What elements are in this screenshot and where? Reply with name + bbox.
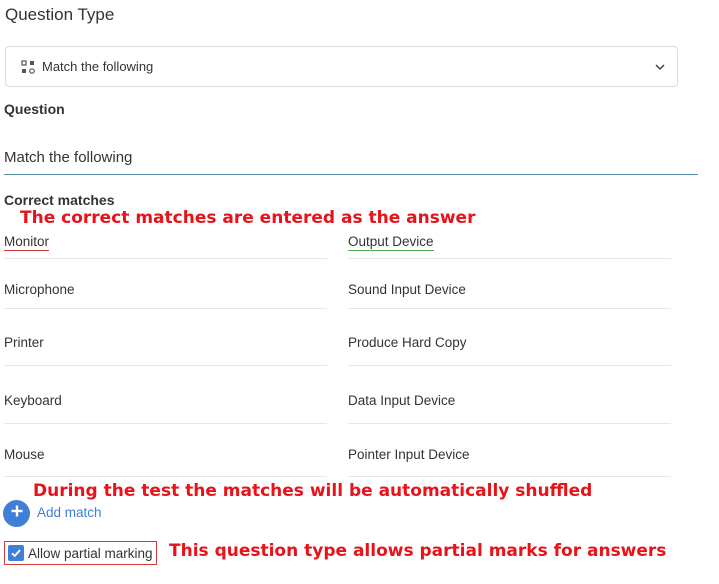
annotation-shuffle-note: During the test the matches will be auto… [33, 481, 593, 501]
question-type-selected: Match the following [42, 59, 154, 74]
match-right-field[interactable]: Pointer Input Device [348, 432, 671, 477]
question-type-label: Question Type [5, 5, 115, 24]
match-right-text: Pointer Input Device [348, 446, 470, 462]
checkbox-checked-icon [8, 545, 24, 561]
chevron-down-icon [653, 60, 667, 74]
match-left-text: Keyboard [4, 393, 62, 408]
match-right-field[interactable]: Data Input Device [348, 378, 671, 424]
add-match-link[interactable]: Add match [37, 505, 102, 520]
match-right-field[interactable]: Sound Input Device [348, 270, 671, 309]
match-right-field[interactable]: Produce Hard Copy [348, 320, 671, 366]
plus-icon [10, 504, 24, 523]
match-right-text: Data Input Device [348, 393, 456, 408]
match-left-text: Microphone [4, 281, 75, 297]
question-label: Question [4, 101, 65, 117]
match-left-field[interactable]: Mouse [4, 432, 327, 477]
correct-matches-label: Correct matches [4, 192, 115, 208]
match-right-text: Sound Input Device [348, 281, 466, 297]
match-left-text: Monitor [4, 233, 50, 251]
match-right-text: Output Device [348, 233, 434, 251]
match-right-text: Produce Hard Copy [348, 335, 467, 350]
match-left-text: Mouse [4, 446, 45, 462]
match-right-field[interactable]: Output Device [348, 226, 671, 259]
partial-marking-checkbox[interactable]: Allow partial marking [4, 541, 157, 565]
match-left-field[interactable]: Keyboard [4, 378, 327, 424]
add-match-button[interactable] [3, 500, 30, 527]
annotation-answer-note: The correct matches are entered as the a… [20, 208, 476, 228]
match-grid-icon [21, 59, 35, 74]
match-left-field[interactable]: Microphone [4, 270, 327, 309]
question-type-select[interactable]: Match the following [5, 46, 678, 87]
partial-marking-label: Allow partial marking [28, 545, 153, 561]
question-input[interactable] [4, 136, 698, 175]
match-left-text: Printer [4, 335, 44, 350]
match-left-field[interactable]: Printer [4, 320, 327, 366]
match-left-field[interactable]: Monitor [4, 226, 327, 259]
annotation-partial-note: This question type allows partial marks … [169, 541, 667, 561]
